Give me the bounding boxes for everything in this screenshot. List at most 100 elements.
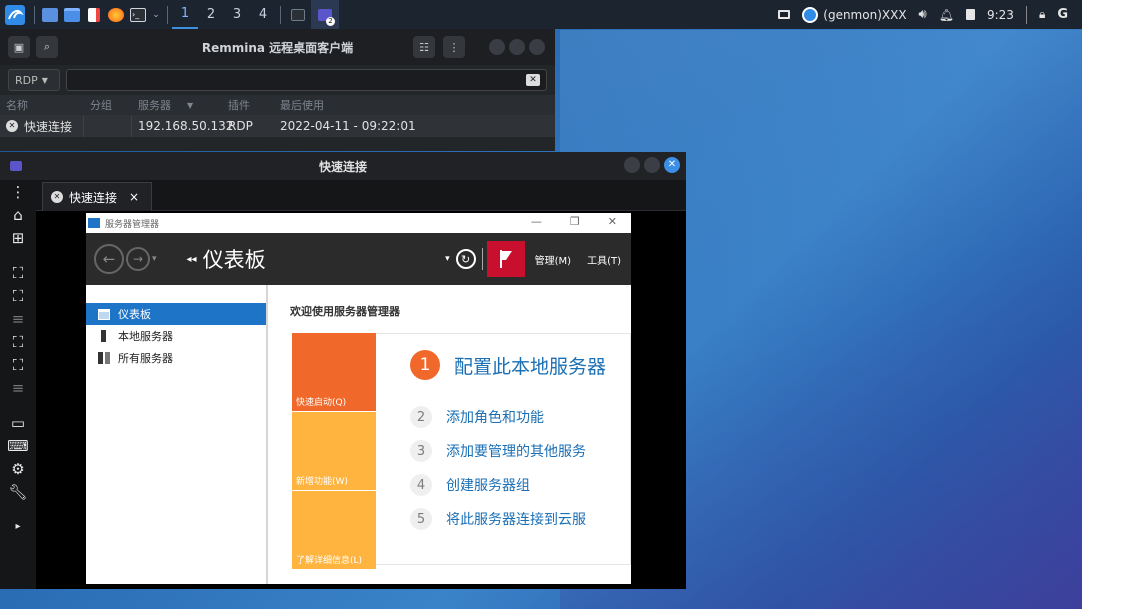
home-icon[interactable]: ⌂	[0, 203, 36, 226]
workspace-4[interactable]: 4	[250, 0, 276, 29]
genmon-plugin[interactable]: (genmon)XXX	[802, 6, 907, 23]
step-configure-local-server[interactable]: 1 配置此本地服务器	[410, 350, 606, 380]
workspace-1[interactable]: 1	[172, 0, 198, 29]
tile-quick-start[interactable]: 快速启动(Q)	[292, 333, 376, 411]
step-connect-cloud[interactable]: 5 将此服务器连接到云服	[410, 508, 586, 530]
divider-icon: ≡	[11, 309, 25, 328]
minimize-button[interactable]	[624, 157, 640, 173]
column-server[interactable]: 服务器 ▼	[132, 95, 224, 115]
table-row[interactable]: ✕ 快速连接 192.168.50.132 RDP 2022-04-11 - 09…	[0, 115, 555, 137]
server-input[interactable]: ✕	[66, 69, 547, 91]
sort-arrow-icon: ▼	[187, 100, 194, 110]
battery-icon[interactable]	[965, 9, 975, 20]
tile-whats-new[interactable]: 新增功能(W)	[292, 412, 376, 490]
menu-icon[interactable]: ⋮	[0, 180, 36, 203]
step-create-group[interactable]: 4 创建服务器组	[410, 474, 530, 496]
cell-group	[84, 115, 132, 137]
text-editor-icon	[88, 7, 100, 22]
folder-icon	[64, 7, 80, 22]
divider-icon: ≡	[11, 378, 25, 397]
step-add-roles[interactable]: 2 添加角色和功能	[410, 406, 544, 428]
notifications-flag[interactable]	[486, 241, 525, 277]
close-button[interactable]: ✕	[608, 215, 617, 228]
view-toggle-button[interactable]: ☷	[413, 36, 435, 58]
maximize-button[interactable]	[509, 39, 525, 55]
close-button[interactable]: ✕	[664, 157, 680, 173]
taskbar-remmina[interactable]: 2	[311, 0, 339, 29]
sidebar-item-all-servers[interactable]: 所有服务器	[86, 347, 266, 369]
dropdown-arrow-icon[interactable]: ▾	[445, 254, 450, 264]
fullscreen-icon[interactable]: ⛶	[0, 261, 36, 284]
column-last-used[interactable]: 最后使用	[276, 95, 416, 115]
quick-connect-bar: RDP ▼ ✕	[0, 65, 555, 95]
welcome-tiles: 快速启动(Q) 新增功能(W) 了解详细信息(L)	[292, 333, 376, 570]
tile-learn-more[interactable]: 了解详细信息(L)	[292, 491, 376, 569]
arrow-left-icon: ←	[102, 250, 116, 268]
window-title: Remmina 远程桌面客户端	[201, 40, 354, 55]
step-add-servers[interactable]: 3 添加要管理的其他服务	[410, 440, 586, 462]
fit-window-icon[interactable]: ⊞	[0, 226, 36, 249]
sidebar-item-label: 本地服务器	[118, 330, 173, 343]
browser-launcher[interactable]	[105, 0, 127, 29]
expand-icon[interactable]: ▸	[0, 515, 36, 538]
tab-quick-connect[interactable]: ✕ 快速连接 ×	[42, 182, 152, 211]
qc-tabbar: ✕ 快速连接 ×	[36, 180, 686, 211]
maximize-button[interactable]	[644, 157, 660, 173]
server-manager-icon	[88, 218, 100, 228]
workspace-3[interactable]: 3	[224, 0, 250, 29]
screenshot-icon[interactable]: ▭	[0, 411, 36, 434]
remote-desktop-view[interactable]: 服务器管理器 — ❐ ✕ ← → ▾ ◂◂ 仪表板 ▾ ↻ 管理(M) 工具(T…	[36, 211, 686, 589]
scale-icon[interactable]: ⛶	[0, 284, 36, 307]
clear-icon[interactable]: ✕	[526, 74, 540, 86]
connection-list-header: 名称 分组 服务器 ▼ 插件 最后使用	[0, 95, 555, 115]
sm-sidebar: 仪表板 本地服务器 所有服务器	[86, 285, 268, 584]
maximize-button[interactable]: ❐	[570, 215, 580, 228]
column-name[interactable]: 名称	[0, 95, 84, 115]
column-group[interactable]: 分组	[84, 95, 132, 115]
lock-icon[interactable]: 🔒︎	[1039, 7, 1045, 22]
power-icon[interactable]: G	[1057, 7, 1068, 22]
taskbar-terminal[interactable]	[285, 0, 311, 29]
screen-icon[interactable]	[778, 10, 791, 19]
column-plugin[interactable]: 插件	[224, 95, 276, 115]
screen-edge	[1082, 0, 1124, 609]
menu-manage[interactable]: 管理(M)	[535, 252, 571, 267]
tab-label: 快速连接	[69, 190, 118, 205]
terminal-launcher[interactable]: ›_	[127, 0, 149, 29]
minimize-button[interactable]: —	[531, 215, 542, 228]
tab-close-icon[interactable]: ×	[129, 190, 139, 204]
notification-bell-icon[interactable]: 🔔︎	[939, 8, 954, 22]
preferences-icon[interactable]: ⚙	[0, 457, 36, 480]
chevron-down-icon[interactable]: ⌄	[149, 0, 163, 29]
forward-button[interactable]: →	[126, 247, 150, 271]
step-label: 添加要管理的其他服务	[446, 444, 586, 460]
main-menu-button[interactable]: ⋮	[443, 36, 465, 58]
workspace-2[interactable]: 2	[198, 0, 224, 29]
back-button[interactable]: ←	[94, 244, 124, 274]
files-launcher[interactable]	[61, 0, 83, 29]
clock[interactable]: 9:23	[987, 8, 1014, 22]
menu-tools[interactable]: 工具(T)	[587, 252, 621, 267]
sidebar-item-local-server[interactable]: 本地服务器	[86, 325, 266, 347]
qc-toolbar: ⋮ ⌂ ⊞ ⛶ ⛶ ≡ ⛶ ⛶ ≡ ▭ ⌨ ⚙ 🔧︎ ▸	[0, 180, 36, 589]
sm-window-title: 服务器管理器	[105, 219, 160, 230]
keyboard-icon[interactable]: ⌨	[0, 434, 36, 457]
volume-icon[interactable]: 🔊︎	[919, 7, 927, 22]
sidebar-item-dashboard[interactable]: 仪表板	[86, 303, 266, 325]
dynamic-resolution-icon[interactable]: ⛶	[0, 330, 36, 353]
multi-monitor-icon[interactable]: ⛶	[0, 353, 36, 376]
editor-launcher[interactable]	[83, 0, 105, 29]
refresh-icon[interactable]: ↻	[455, 249, 476, 269]
tools-icon[interactable]: 🔧︎	[0, 480, 36, 503]
app-menu-button[interactable]	[0, 0, 30, 29]
sidebar-item-label: 所有服务器	[118, 352, 173, 365]
protocol-select[interactable]: RDP ▼	[8, 69, 60, 91]
quick-start-steps: 1 配置此本地服务器 2 添加角色和功能 3 添加要管理的其他服务 4 创建服务…	[376, 333, 631, 565]
minimize-button[interactable]	[489, 39, 505, 55]
history-dropdown-icon[interactable]: ▾	[152, 254, 157, 264]
close-button[interactable]	[529, 39, 545, 55]
show-desktop-button[interactable]	[39, 0, 61, 29]
separator	[481, 248, 483, 270]
